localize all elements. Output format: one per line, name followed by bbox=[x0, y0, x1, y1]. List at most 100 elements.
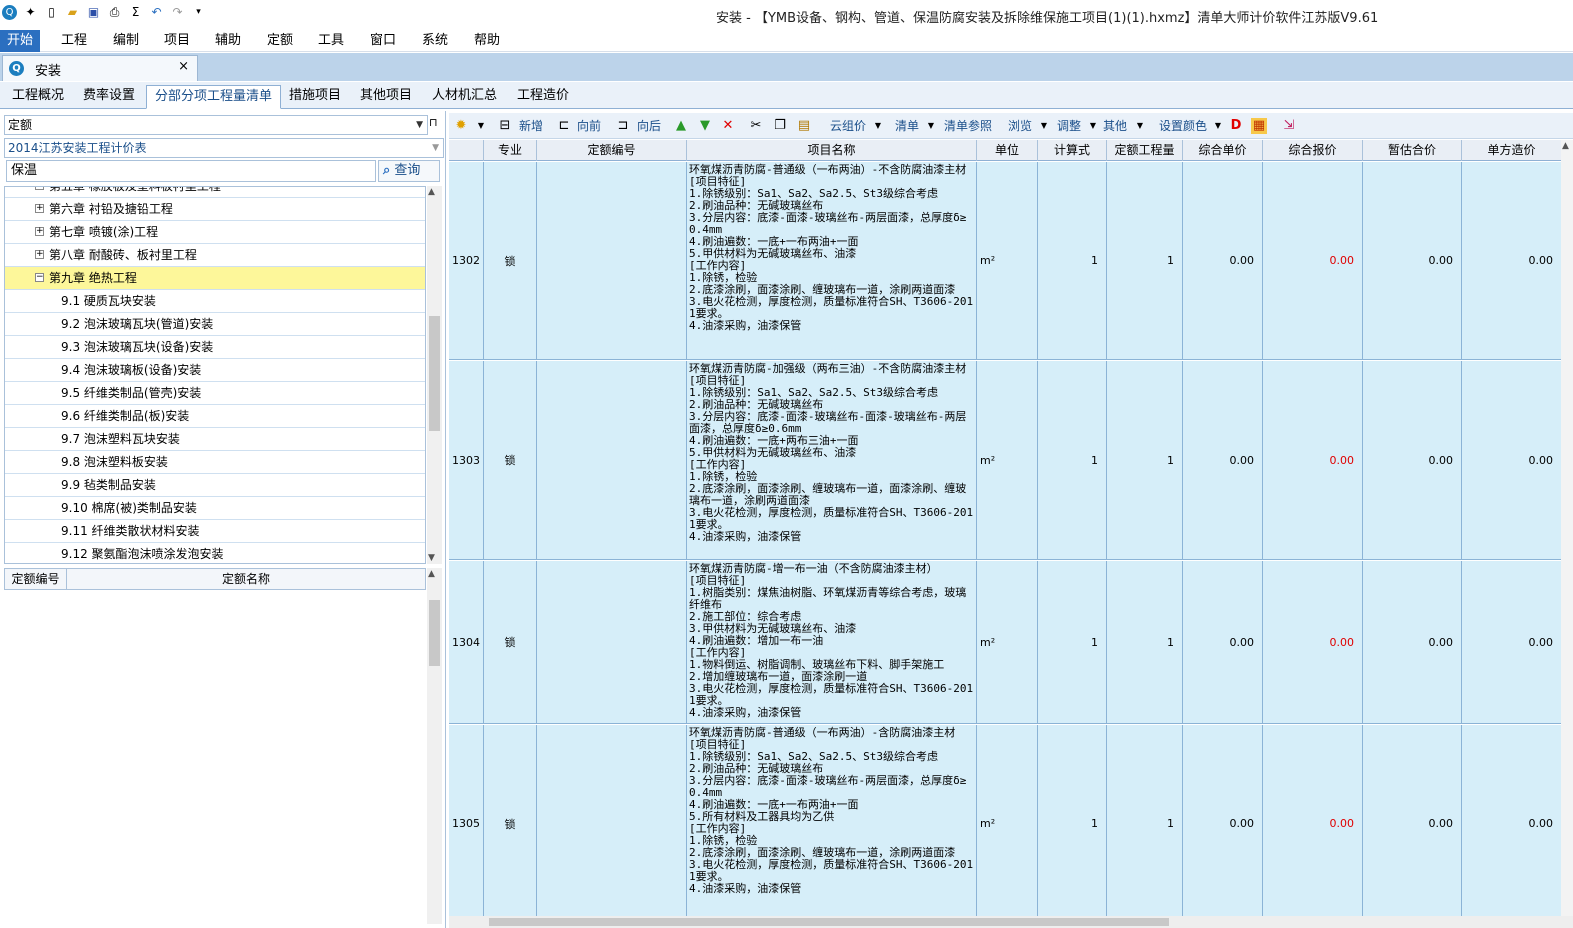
formula-cell[interactable]: 1 bbox=[1038, 162, 1107, 359]
search-input[interactable]: 保温 bbox=[6, 160, 376, 182]
col-estimate-total[interactable]: 暂估合价 bbox=[1363, 140, 1462, 161]
print-icon[interactable]: ⎙ bbox=[107, 5, 122, 20]
tree-item[interactable]: 9.7 泡沫塑料瓦块安装 bbox=[5, 428, 425, 451]
col-formula[interactable]: 计算式 bbox=[1038, 140, 1107, 161]
new-icon[interactable]: ✦ bbox=[23, 5, 38, 20]
quota-quantity-cell[interactable]: 1 bbox=[1107, 725, 1183, 922]
estimate-total-cell[interactable]: 0.00 bbox=[1363, 725, 1462, 922]
unit-cost-cell[interactable]: 0.00 bbox=[1462, 725, 1562, 922]
tree-item[interactable]: 9.5 纤维类制品(管壳)安装 bbox=[5, 382, 425, 405]
chevron-down-icon[interactable]: ▼ bbox=[1036, 118, 1052, 134]
unit-cost-cell[interactable]: 0.00 bbox=[1462, 561, 1562, 723]
tree-item[interactable]: 9.8 泡沫塑料板安装 bbox=[5, 451, 425, 474]
tree-item[interactable]: 9.2 泡沫玻璃瓦块(管道)安装 bbox=[5, 313, 425, 336]
item-name-cell[interactable]: 环氧煤沥青防腐-增一布一油（不含防腐油漆主材） [项目特征] 1.树脂类别：煤焦… bbox=[687, 561, 977, 723]
arrow-down-icon[interactable]: ▼ bbox=[697, 118, 713, 134]
move-forward-button[interactable]: 向前 bbox=[577, 117, 601, 135]
unit-price-cell[interactable]: 0.00 bbox=[1183, 162, 1263, 359]
table-row[interactable]: 1305 锁环氧煤沥青防腐-普通级（一布两油）-含防腐油漆主材 [项目特征] 1.… bbox=[449, 725, 1573, 923]
scroll-down-icon[interactable]: ▼ bbox=[428, 553, 435, 563]
adjust-button[interactable]: 调整 bbox=[1057, 117, 1081, 135]
menu-tools[interactable]: 工具 bbox=[311, 30, 351, 52]
quota-code-cell[interactable] bbox=[537, 561, 687, 723]
quota-code-cell[interactable] bbox=[537, 361, 687, 559]
col-quota-code[interactable]: 定额编号 bbox=[537, 140, 687, 161]
collapse-icon[interactable]: − bbox=[35, 273, 44, 282]
grid-hscroll-thumb[interactable] bbox=[489, 918, 1169, 926]
tree-item[interactable]: 9.3 泡沫玻璃瓦块(设备)安装 bbox=[5, 336, 425, 359]
formula-cell[interactable]: 1 bbox=[1038, 561, 1107, 723]
tab-other-items[interactable]: 其他项目 bbox=[352, 85, 420, 109]
expand-icon[interactable]: + bbox=[35, 227, 44, 236]
grid-horizontal-scrollbar[interactable] bbox=[449, 916, 1573, 928]
type-combo[interactable]: 定额 ▼ bbox=[4, 115, 428, 135]
quota-code-cell[interactable] bbox=[537, 162, 687, 359]
estimate-total-cell[interactable]: 0.00 bbox=[1363, 361, 1462, 559]
tab-resource-summary[interactable]: 人材机汇总 bbox=[424, 85, 505, 109]
document-tab[interactable]: Q 安装 × bbox=[2, 55, 198, 81]
specialty-cell[interactable]: 锁 bbox=[484, 162, 537, 359]
col-item-name[interactable]: 项目名称 bbox=[687, 140, 977, 161]
expand-icon[interactable]: + bbox=[35, 204, 44, 213]
col-quota-name[interactable]: 定额名称 bbox=[67, 569, 425, 589]
other-button[interactable]: 其他 bbox=[1103, 117, 1127, 135]
move-back-button[interactable]: 向后 bbox=[637, 117, 661, 135]
unit-cell[interactable]: m² bbox=[977, 162, 1038, 359]
table-row[interactable]: 1303 锁环氧煤沥青防腐-加强级（两布三油）-不含防腐油漆主材 [项目特征] 1… bbox=[449, 361, 1573, 560]
unit-cost-cell[interactable]: 0.00 bbox=[1462, 162, 1562, 359]
col-quota-code[interactable]: 定额编号 bbox=[5, 569, 67, 589]
specialty-cell[interactable]: 锁 bbox=[484, 561, 537, 723]
grid-scrollbar[interactable]: ▲ bbox=[1561, 140, 1573, 916]
undo-icon[interactable]: ↶ bbox=[149, 5, 164, 20]
tab-bill-of-quantities[interactable]: 分部分项工程量清单 bbox=[146, 85, 282, 109]
chevron-down-icon[interactable]: ▼ bbox=[1085, 118, 1101, 134]
chevron-down-icon[interactable]: ▼ bbox=[1132, 118, 1148, 134]
col-row-number[interactable] bbox=[449, 140, 484, 161]
paste-icon[interactable]: ▤ bbox=[796, 118, 812, 134]
d-icon[interactable]: D bbox=[1228, 118, 1244, 134]
tab-project-cost[interactable]: 工程造价 bbox=[509, 85, 577, 109]
add-button[interactable]: 新增 bbox=[519, 117, 543, 135]
menu-assist[interactable]: 辅助 bbox=[208, 30, 248, 52]
menu-start[interactable]: 开始 bbox=[0, 30, 41, 52]
search-button[interactable]: ⌕ 查询 bbox=[378, 160, 440, 182]
unit-price-cell[interactable]: 0.00 bbox=[1183, 361, 1263, 559]
cut-icon[interactable]: ✂ bbox=[748, 118, 764, 134]
table-row[interactable]: 1304 锁环氧煤沥青防腐-增一布一油（不含防腐油漆主材） [项目特征] 1.树脂… bbox=[449, 561, 1573, 724]
menu-help[interactable]: 帮助 bbox=[467, 30, 507, 52]
col-unit-cost[interactable]: 单方造价 bbox=[1462, 140, 1562, 161]
tree-item[interactable]: 9.11 纤维类散状材料安装 bbox=[5, 520, 425, 543]
tree-item[interactable]: + 第七章 喷镀(涂)工程 bbox=[5, 221, 425, 244]
tab-overview[interactable]: 工程概况 bbox=[4, 85, 72, 109]
quote-cell[interactable]: 0.00 bbox=[1263, 361, 1363, 559]
sigma-icon[interactable]: Σ bbox=[128, 5, 143, 20]
chevron-down-icon[interactable]: ▼ bbox=[870, 118, 886, 134]
delete-icon[interactable]: ✕ bbox=[720, 118, 736, 134]
tree-item[interactable]: 9.12 聚氨酯泡沫喷涂发泡安装 bbox=[5, 543, 425, 563]
quote-cell[interactable]: 0.00 bbox=[1263, 561, 1363, 723]
quote-cell[interactable]: 0.00 bbox=[1263, 725, 1363, 922]
quota-code-cell[interactable] bbox=[537, 725, 687, 922]
table-row[interactable]: 1302 锁环氧煤沥青防腐-普通级（一布两油）-不含防腐油漆主材 [项目特征] 1… bbox=[449, 162, 1573, 360]
bill-reference-button[interactable]: 清单参照 bbox=[944, 117, 992, 135]
col-unit[interactable]: 单位 bbox=[977, 140, 1038, 161]
formula-cell[interactable]: 1 bbox=[1038, 361, 1107, 559]
scroll-up-icon[interactable]: ▲ bbox=[428, 187, 435, 197]
close-icon[interactable]: × bbox=[178, 59, 189, 74]
quota-quantity-cell[interactable]: 1 bbox=[1107, 162, 1183, 359]
bulb-icon[interactable]: ✹ bbox=[453, 118, 469, 134]
tree-item[interactable]: − 第九章 绝热工程 bbox=[5, 267, 425, 290]
tree-item[interactable]: + 第五章 橡胶板及塑料板衬里工程 bbox=[5, 187, 425, 198]
menu-window[interactable]: 窗口 bbox=[363, 30, 403, 52]
col-quota-quantity[interactable]: 定额工程量 bbox=[1107, 140, 1183, 161]
unit-cost-cell[interactable]: 0.00 bbox=[1462, 361, 1562, 559]
unit-cell[interactable]: m² bbox=[977, 725, 1038, 922]
specialty-cell[interactable]: 锁 bbox=[484, 361, 537, 559]
export-icon[interactable]: ⇲ bbox=[1281, 118, 1297, 134]
browse-button[interactable]: 浏览 bbox=[1008, 117, 1032, 135]
tree-scrollbar[interactable]: ▲ ▼ bbox=[427, 186, 442, 564]
unit-cell[interactable]: m² bbox=[977, 561, 1038, 723]
tree-item[interactable]: 9.1 硬质瓦块安装 bbox=[5, 290, 425, 313]
menu-system[interactable]: 系统 bbox=[415, 30, 455, 52]
set-color-button[interactable]: 设置颜色 bbox=[1159, 117, 1207, 135]
